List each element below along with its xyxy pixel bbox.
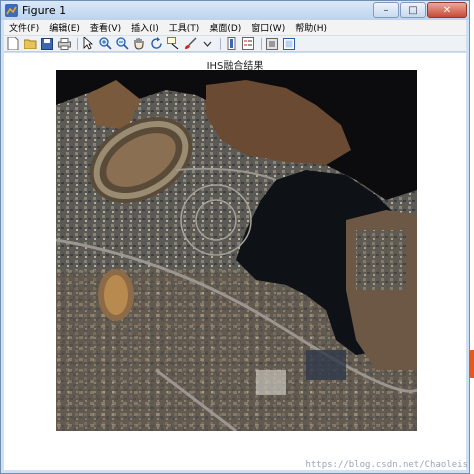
show-plot-tools-button[interactable]	[282, 37, 296, 50]
watermark-text: https://blog.csdn.net/Chaoleis	[305, 460, 468, 470]
figure-canvas: IHS融合结果	[4, 53, 466, 470]
close-icon: ✕	[442, 4, 452, 16]
colorbar-button[interactable]	[224, 37, 238, 50]
zoom-in-button[interactable]	[98, 37, 112, 50]
data-cursor-icon	[166, 37, 178, 50]
print-button[interactable]	[57, 37, 71, 50]
pointer-button[interactable]	[81, 37, 95, 50]
menu-window[interactable]: 窗口(W)	[246, 21, 290, 34]
rotate-icon	[150, 37, 162, 49]
brush-button[interactable]	[183, 37, 197, 50]
open-icon	[23, 39, 36, 49]
rotate-button[interactable]	[149, 37, 163, 50]
colorbar-icon	[227, 37, 235, 50]
menu-desktop[interactable]: 桌面(D)	[204, 21, 246, 34]
data-cursor-button[interactable]	[166, 37, 180, 50]
hide-plot-tools-icon	[266, 37, 278, 50]
figure-window: Figure 1 – □ ✕ 文件(F) 编辑(E) 查看(V) 插入(I) 工…	[0, 0, 470, 474]
menu-file[interactable]: 文件(F)	[4, 21, 44, 34]
show-plot-tools-icon	[283, 37, 295, 50]
menu-bar: 文件(F) 编辑(E) 查看(V) 插入(I) 工具(T) 桌面(D) 窗口(W…	[4, 20, 466, 35]
title-bar[interactable]: Figure 1 – □ ✕	[1, 1, 469, 20]
matlab-figure-icon	[5, 4, 18, 17]
brush-icon	[184, 37, 197, 49]
menu-edit[interactable]: 编辑(E)	[44, 21, 85, 34]
menu-help[interactable]: 帮助(H)	[290, 21, 332, 34]
legend-button[interactable]	[241, 37, 255, 50]
window-title: Figure 1	[22, 4, 67, 17]
menu-tools[interactable]: 工具(T)	[164, 21, 205, 34]
save-icon	[41, 37, 53, 50]
figure-toolbar	[4, 35, 466, 52]
new-figure-button[interactable]	[6, 37, 20, 50]
zoom-out-button[interactable]	[115, 37, 129, 50]
hide-plot-tools-button[interactable]	[265, 37, 279, 50]
maximize-button[interactable]: □	[400, 2, 426, 18]
toolbar-separator	[261, 37, 262, 50]
close-button[interactable]: ✕	[427, 2, 467, 18]
link-button[interactable]	[200, 37, 214, 50]
satellite-image-drawing	[56, 70, 417, 431]
zoom-in-icon	[98, 37, 112, 50]
pointer-icon	[83, 37, 93, 50]
minimize-icon: –	[383, 4, 389, 16]
toolbar-separator	[77, 37, 78, 50]
toolbar-separator	[220, 37, 221, 50]
side-panel-tab[interactable]	[469, 350, 474, 378]
pan-button[interactable]	[132, 37, 146, 50]
satellite-image[interactable]	[56, 70, 417, 431]
menu-view[interactable]: 查看(V)	[85, 21, 126, 34]
maximize-icon: □	[408, 4, 418, 16]
print-icon	[57, 37, 71, 50]
link-icon	[203, 41, 211, 47]
menu-insert[interactable]: 插入(I)	[126, 21, 164, 34]
open-button[interactable]	[23, 37, 37, 50]
save-button[interactable]	[40, 37, 54, 50]
zoom-out-icon	[115, 37, 129, 50]
legend-icon	[242, 37, 254, 50]
new-figure-icon	[7, 37, 19, 50]
pan-icon	[134, 38, 144, 50]
minimize-button[interactable]: –	[373, 2, 399, 18]
